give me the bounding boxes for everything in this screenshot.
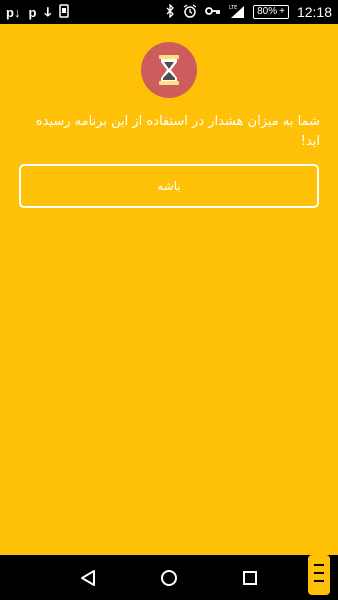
recents-button[interactable]	[238, 566, 262, 590]
recents-icon	[242, 570, 257, 585]
status-notifications: p↓ p ↆ	[6, 3, 70, 21]
charging-icon: +	[279, 6, 285, 17]
lte-signal-icon: LTE	[229, 4, 245, 21]
status-system-icons: LTE 80% + 12:18	[165, 2, 332, 21]
store-watermark	[306, 553, 332, 597]
notification-3: ↆ	[44, 4, 52, 19]
notification-1: p↓	[6, 4, 21, 20]
status-clock: 12:18	[296, 4, 332, 20]
mobile-screen-icon	[59, 3, 70, 21]
battery-level: 80%	[257, 6, 278, 17]
alarm-icon	[183, 3, 197, 21]
back-icon	[81, 569, 96, 586]
ok-button[interactable]: باشه	[19, 164, 319, 208]
navigation-bar	[0, 555, 338, 600]
notification-2: p	[28, 4, 37, 20]
hourglass-icon	[159, 55, 179, 85]
home-button[interactable]	[157, 566, 181, 590]
battery-indicator: 80% +	[253, 5, 289, 19]
app-logo	[141, 42, 197, 98]
back-button[interactable]	[76, 566, 100, 590]
home-icon	[160, 569, 177, 586]
watermark-logo-icon	[308, 555, 330, 595]
ok-button-label: باشه	[157, 179, 181, 193]
svg-text:LTE: LTE	[229, 5, 237, 11]
vpn-key-icon	[205, 5, 221, 20]
bluetooth-icon	[165, 2, 175, 21]
usage-warning-message: شما به میزان هشدار در استفاده از این برن…	[35, 114, 320, 149]
status-bar: p↓ p ↆ LTE 80% + 12:18	[0, 0, 338, 24]
